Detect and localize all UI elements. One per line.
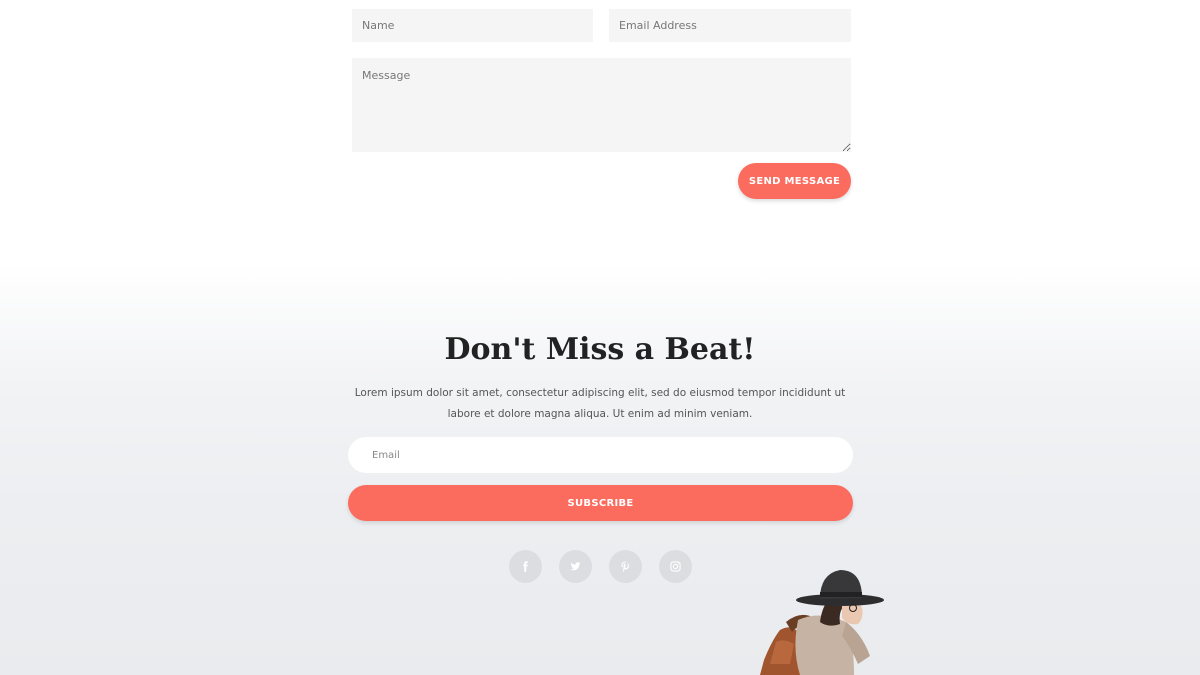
send-message-button[interactable]: SEND MESSAGE xyxy=(738,163,851,199)
instagram-link[interactable] xyxy=(659,550,692,583)
traveler-photo xyxy=(750,560,920,675)
pinterest-icon xyxy=(620,557,631,576)
newsletter-headline: Don't Miss a Beat! xyxy=(444,332,756,367)
subscribe-button[interactable]: SUBSCRIBE xyxy=(348,485,853,521)
instagram-icon xyxy=(670,557,681,576)
twitter-link[interactable] xyxy=(559,550,592,583)
facebook-link[interactable] xyxy=(509,550,542,583)
facebook-icon xyxy=(520,557,531,576)
name-field[interactable] xyxy=(352,9,593,42)
twitter-icon xyxy=(570,557,581,576)
newsletter-email-input[interactable] xyxy=(348,437,853,473)
message-field[interactable] xyxy=(352,58,851,152)
newsletter-blurb: Lorem ipsum dolor sit amet, consectetur … xyxy=(354,387,846,420)
pinterest-link[interactable] xyxy=(609,550,642,583)
email-address-field[interactable] xyxy=(609,9,851,42)
